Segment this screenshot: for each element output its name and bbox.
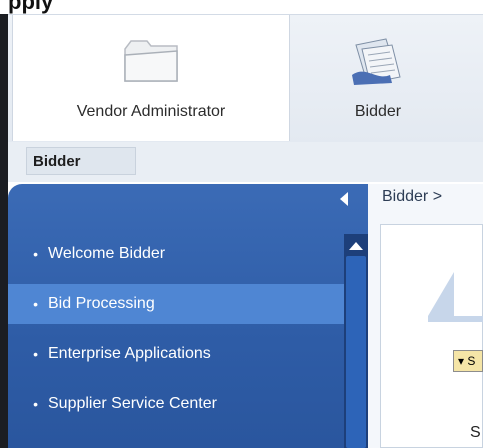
role-label: Vendor Administrator	[76, 103, 226, 120]
folder-icon	[124, 40, 178, 82]
nav-item-welcome-bidder[interactable]: • Welcome Bidder	[8, 234, 344, 274]
detailed-navigation-panel: • Welcome Bidder • Bid Processing • Ente…	[8, 184, 368, 448]
scroll-up-icon[interactable]	[349, 242, 363, 250]
nav-item-label: Welcome Bidder	[48, 245, 166, 262]
nav-scrollbar[interactable]	[344, 234, 368, 448]
content-text: S	[470, 424, 481, 441]
role-tab-bar: Vendor Administrator Bidder	[8, 14, 483, 143]
bullet-icon: •	[33, 346, 38, 362]
tray-decoration	[428, 272, 454, 316]
subtab-bar: Bidder	[8, 142, 483, 182]
documents-icon	[352, 38, 401, 85]
content-panel	[380, 224, 483, 448]
portal-title: pply	[8, 0, 54, 14]
nav-item-label: Supplier Service Center	[48, 395, 217, 412]
nav-header	[8, 184, 368, 218]
role-label: Bidder	[354, 103, 402, 120]
top-strip	[0, 0, 483, 14]
bullet-icon: •	[33, 396, 38, 412]
subtab-bidder[interactable]: Bidder	[26, 147, 136, 175]
role-tab-bidder[interactable]: Bidder	[308, 15, 448, 141]
left-edge	[0, 14, 8, 448]
scroll-thumb[interactable]	[346, 256, 366, 448]
bullet-icon: •	[33, 246, 38, 262]
tray-dropdown[interactable]: ▾ S	[453, 350, 483, 372]
nav-item-enterprise-applications[interactable]: • Enterprise Applications	[8, 334, 344, 374]
breadcrumb[interactable]: Bidder >	[382, 188, 442, 206]
nav-item-supplier-service-center[interactable]: • Supplier Service Center	[8, 384, 344, 424]
nav-item-label: Enterprise Applications	[48, 345, 211, 362]
collapse-panel-icon[interactable]	[340, 192, 348, 206]
nav-item-bid-processing[interactable]: • Bid Processing	[8, 284, 344, 324]
tray-bar	[428, 316, 483, 322]
nav-item-label: Bid Processing	[48, 295, 155, 312]
role-tab-vendor-administrator[interactable]: Vendor Administrator	[12, 15, 290, 141]
bullet-icon: •	[33, 296, 38, 312]
